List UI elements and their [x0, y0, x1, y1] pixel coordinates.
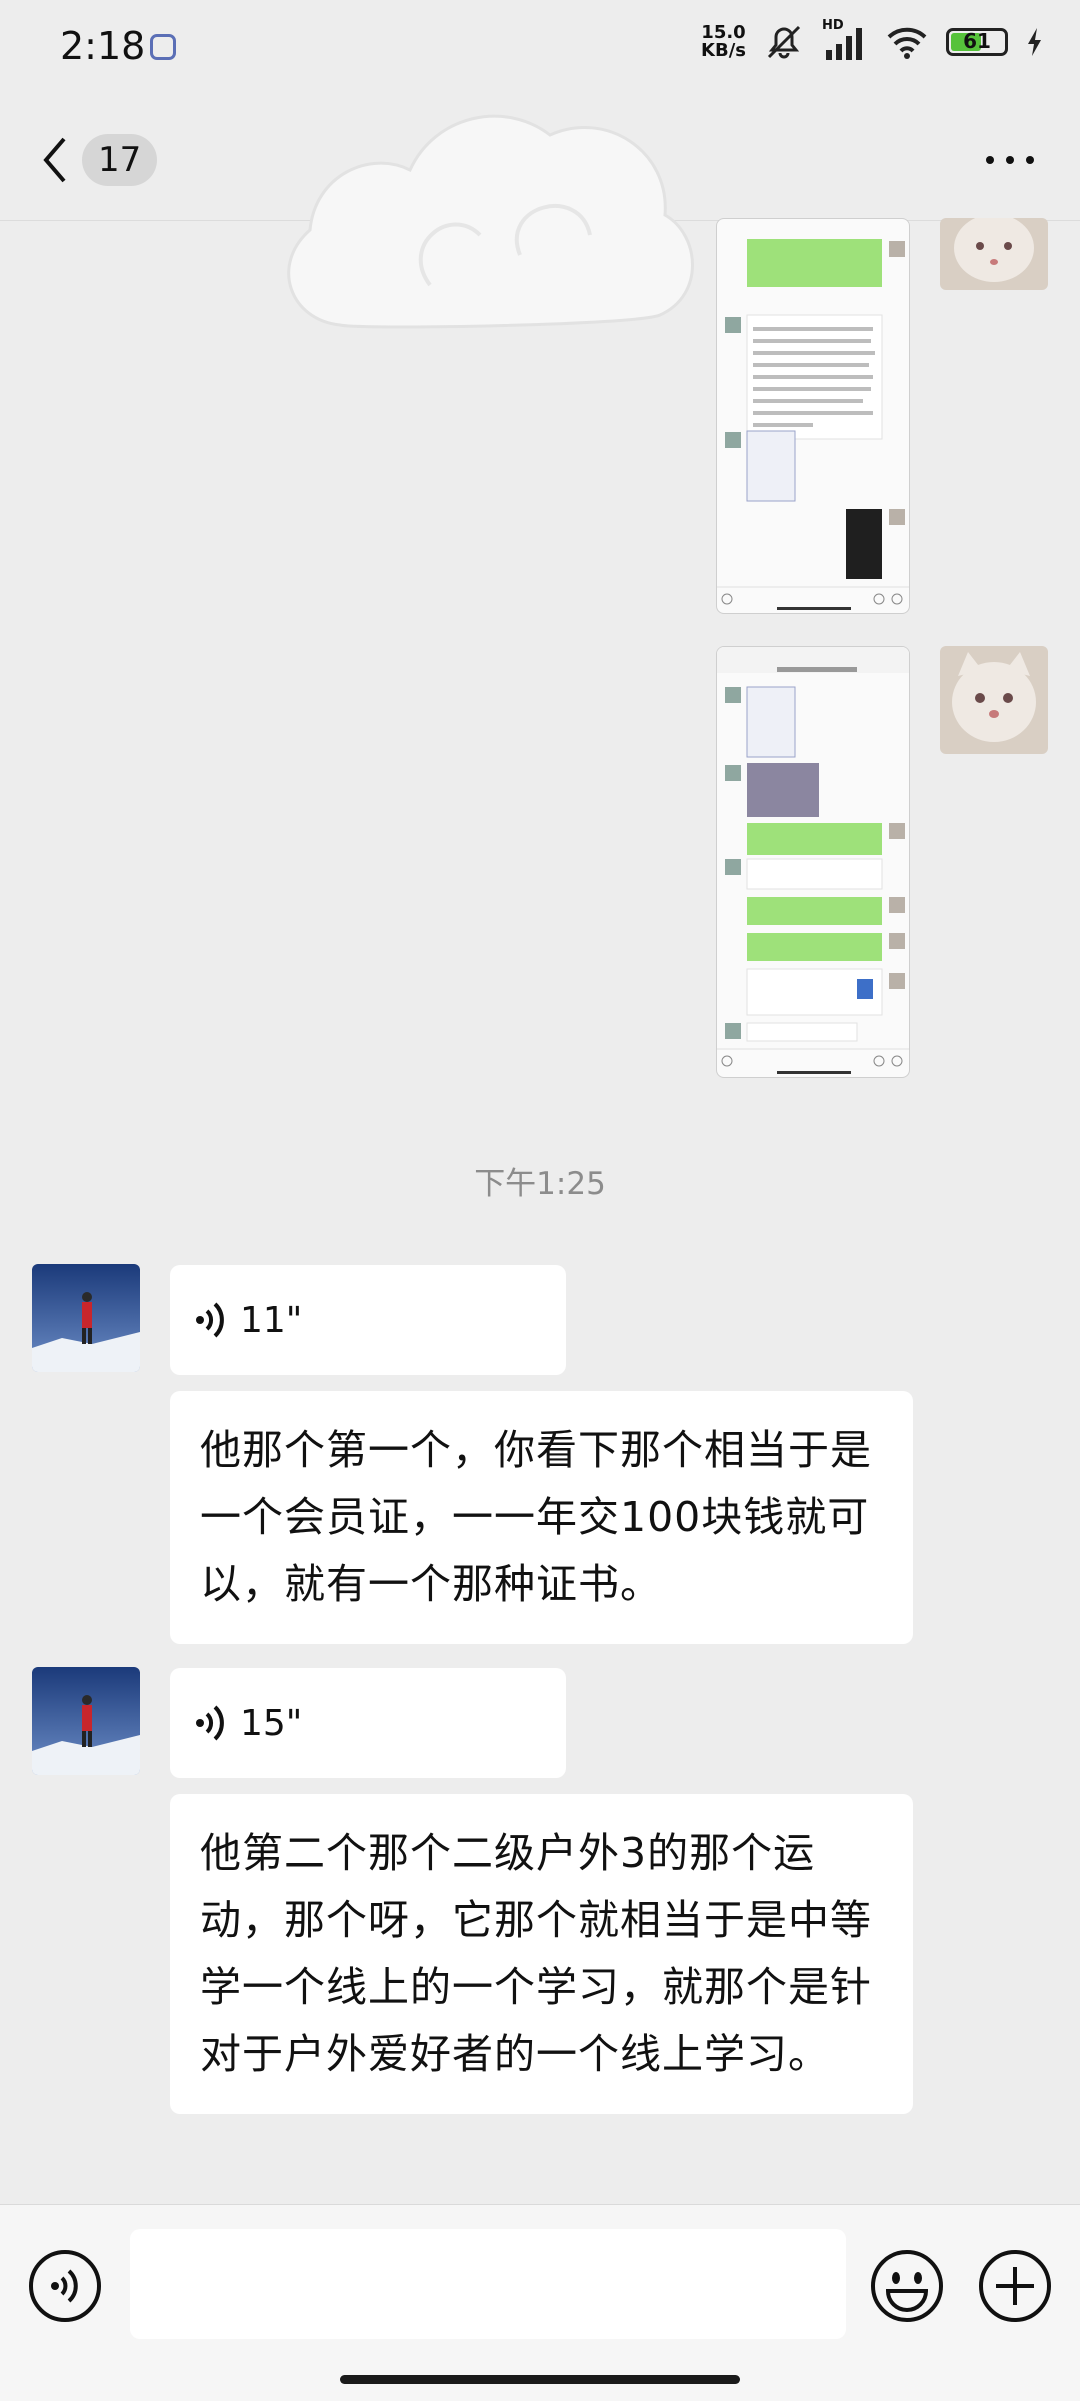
contact-avatar-right[interactable]	[940, 646, 1048, 754]
contact-avatar-right[interactable]	[940, 218, 1048, 290]
shared-screenshot-image[interactable]	[716, 218, 910, 614]
status-time: 2:18	[60, 24, 146, 68]
text-message-bubble[interactable]: 他那个第一个，你看下那个相当于是一个会员证，一一年交100块钱就可以，就有一个那…	[170, 1391, 913, 1644]
hd-label: HD	[822, 18, 844, 33]
voice-message-bubble[interactable]: 11"	[170, 1265, 566, 1375]
message-input-bar	[0, 2204, 1080, 2401]
cloud-doodle	[287, 114, 694, 329]
voice-message-bubble[interactable]: 15"	[170, 1668, 566, 1778]
message-timestamp: 下午1:25	[474, 1166, 606, 1202]
more-options-icon[interactable]	[980, 140, 1040, 180]
shared-screenshot-image[interactable]	[716, 646, 910, 1078]
voice-wave-icon	[196, 1705, 224, 1741]
app-notification-icon	[150, 34, 176, 60]
back-arrow-icon	[43, 137, 66, 183]
voice-duration: 15"	[240, 1702, 303, 1744]
sender-avatar[interactable]	[32, 1264, 140, 1372]
text-message-bubble[interactable]: 他第二个那个二级户外3的那个运动，那个呀，它那个就相当于是中等学一个线上的一个学…	[170, 1794, 913, 2114]
voice-duration: 11"	[240, 1299, 303, 1341]
add-icon[interactable]	[978, 2249, 1052, 2323]
signal-group: HD	[822, 18, 868, 62]
back-button[interactable]: 17	[40, 130, 158, 190]
voice-wave-icon	[196, 1302, 224, 1338]
sender-avatar[interactable]	[32, 1667, 140, 1775]
status-icons: 15.0 KB/s HD 61	[701, 18, 1044, 62]
message-input[interactable]	[130, 2229, 846, 2339]
battery-level: 61	[963, 29, 991, 53]
battery-indicator: 61	[946, 28, 1008, 56]
emoji-icon[interactable]	[870, 2249, 944, 2323]
home-indicator[interactable]	[340, 2375, 740, 2384]
unread-count-badge: 17	[82, 134, 158, 186]
charging-icon	[1028, 28, 1041, 56]
mute-icon	[767, 25, 801, 59]
voice-input-toggle-icon[interactable]	[28, 2249, 102, 2323]
wifi-icon	[887, 27, 927, 59]
